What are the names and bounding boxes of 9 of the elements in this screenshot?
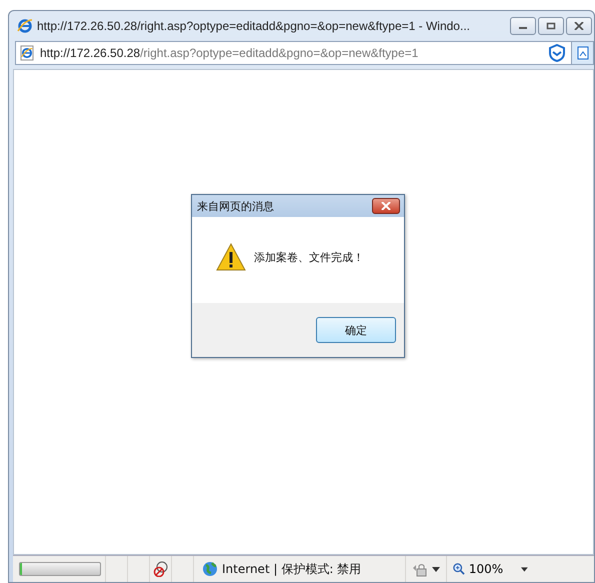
dialog-title: 来自网页的消息: [197, 198, 274, 214]
zoom-button[interactable]: 100%: [446, 556, 534, 582]
window-title: http://172.26.50.28/right.asp?optype=editadd&pgno=&op=new&ftype=1 - Windo...: [37, 19, 471, 33]
dialog-message: 添加案卷、文件完成！: [254, 250, 364, 264]
security-zone-text: Internet | 保护模式: 禁用: [222, 560, 362, 578]
ok-button[interactable]: 确定: [316, 317, 396, 343]
zoom-level-text: 100%: [468, 562, 504, 576]
address-bar[interactable]: http://172.26.50.28/right.asp?optype=editadd&pgno=&op=new&ftype=1: [15, 41, 594, 65]
url-text: http://172.26.50.28/right.asp?optype=editadd&pgno=&op=new&ftype=1: [40, 46, 420, 60]
